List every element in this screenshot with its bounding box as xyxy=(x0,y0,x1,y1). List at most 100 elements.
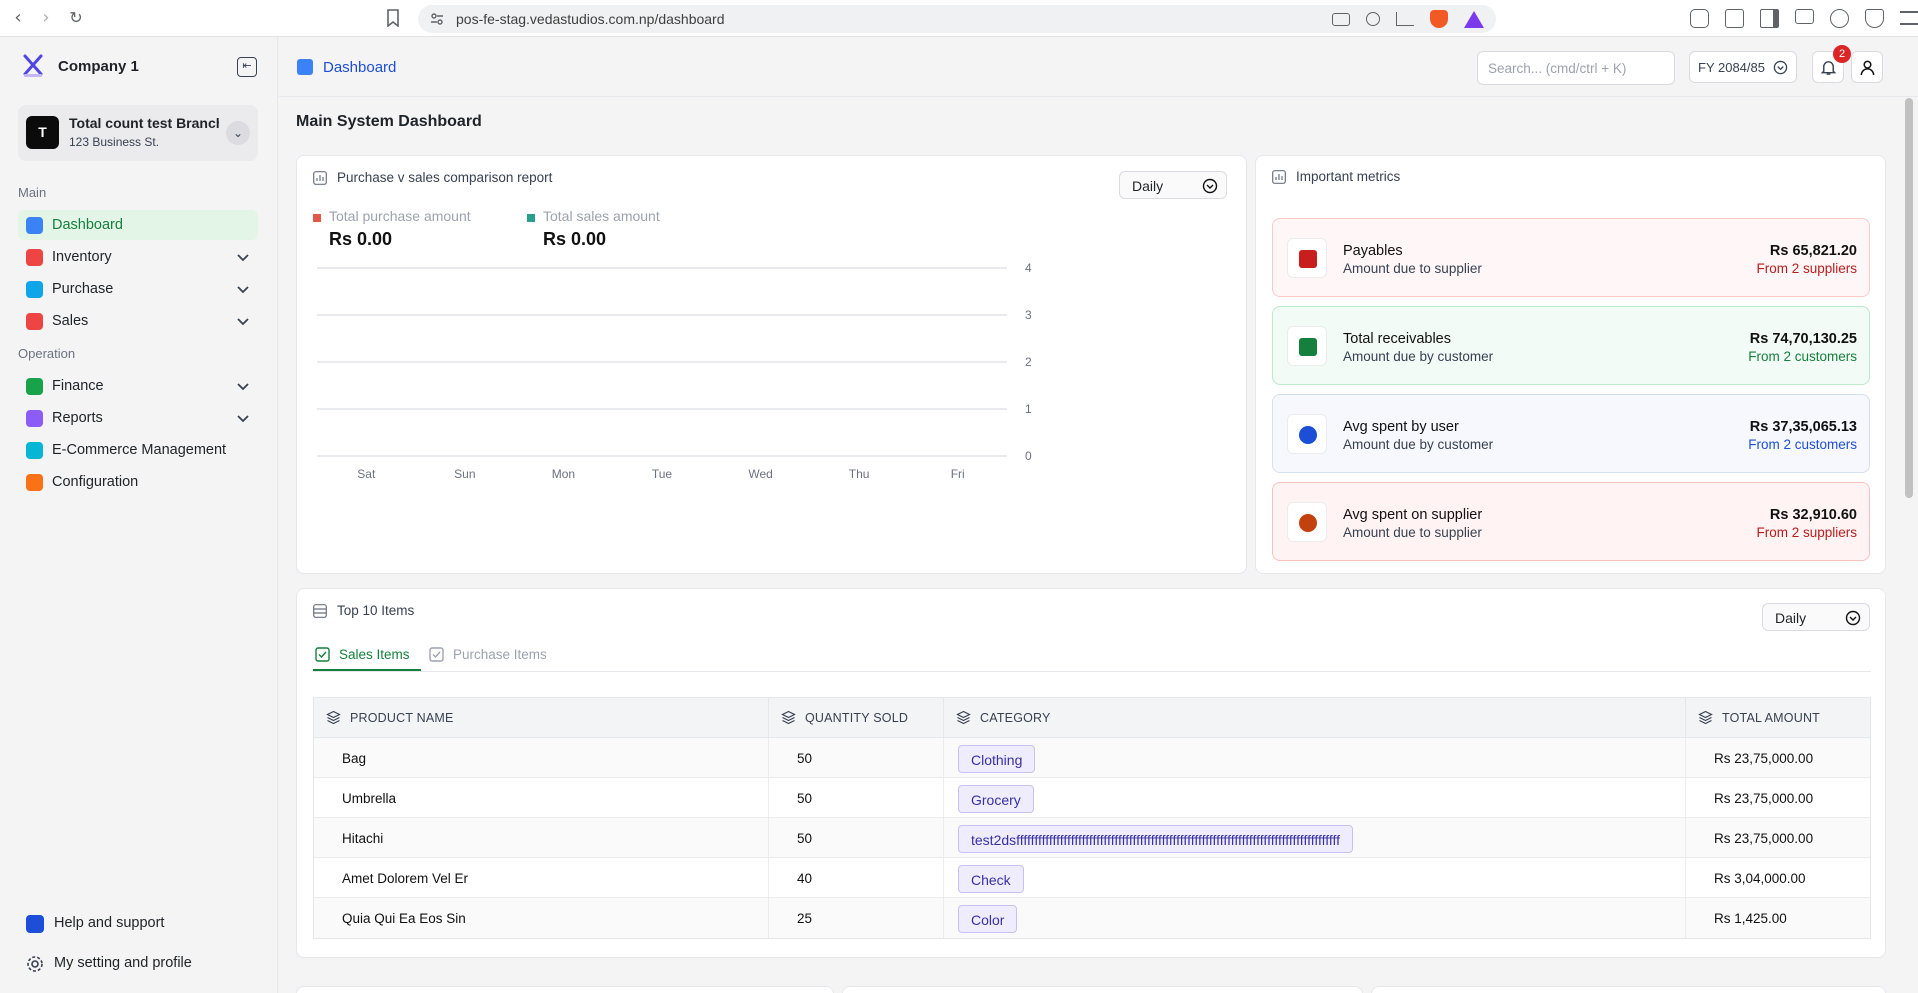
metric-note: From 2 suppliers xyxy=(1756,261,1857,276)
address-bar[interactable]: pos-fe-stag.vedastudios.com.np/dashboard xyxy=(418,5,1496,33)
url-text: pos-fe-stag.vedastudios.com.np/dashboard xyxy=(456,11,725,27)
metric-title: Payables xyxy=(1343,243,1403,259)
sidebar-item-ecommerce[interactable]: E-Commerce Management xyxy=(18,435,258,465)
column-header-quantity[interactable]: QUANTITY SOLD xyxy=(769,698,944,738)
back-icon[interactable]: ‹ xyxy=(8,8,28,28)
reload-icon[interactable]: ↻ xyxy=(66,8,86,28)
sidebar-item-label: Reports xyxy=(52,410,103,426)
quantity-sold: 40 xyxy=(797,871,813,886)
table-row[interactable]: Bag 50 Clothing Rs 23,75,000.00 xyxy=(314,738,1870,778)
table-row[interactable]: Amet Dolorem Vel Er 40 Check Rs 3,04,000… xyxy=(314,858,1870,898)
company-logo-icon xyxy=(23,54,43,77)
leo-ai-icon[interactable] xyxy=(1830,9,1849,28)
table-row[interactable]: Umbrella 50 Grocery Rs 23,75,000.00 xyxy=(314,778,1870,818)
dashboard-icon xyxy=(26,217,43,234)
chevron-down-icon[interactable] xyxy=(236,411,250,425)
search-input[interactable] xyxy=(1477,51,1675,85)
sidebar-item-inventory[interactable]: Inventory xyxy=(18,242,258,272)
chevron-down-icon[interactable]: ⌄ xyxy=(226,121,250,145)
legend-value: Rs 0.00 xyxy=(329,229,393,249)
site-info-icon[interactable] xyxy=(430,12,444,26)
tab-sales-items[interactable]: Sales Items xyxy=(313,641,421,671)
legend-swatch xyxy=(313,214,321,222)
lower-card xyxy=(296,986,834,993)
metric-subtitle: Amount due by customer xyxy=(1343,349,1494,364)
category-badge: Check xyxy=(958,865,1024,893)
table-row[interactable]: Hitachi 50 test2dsffffffffffffffffffffff… xyxy=(314,818,1870,858)
card-title: Top 10 Items xyxy=(337,603,415,618)
column-header-category[interactable]: CATEGORY xyxy=(944,698,1686,738)
metric-icon-box xyxy=(1287,502,1327,542)
vpn-shield-icon[interactable] xyxy=(1865,9,1884,28)
x-tick-label: Fri xyxy=(951,467,965,481)
table-icon xyxy=(313,604,327,618)
quantity-sold: 50 xyxy=(797,831,813,846)
sidebar-item-label: Dashboard xyxy=(52,217,123,233)
menu-icon[interactable] xyxy=(1900,11,1918,25)
sidebar-panel-icon[interactable] xyxy=(1760,9,1779,28)
wallet-icon[interactable] xyxy=(1725,9,1744,28)
sidebar-item-label: Finance xyxy=(52,378,104,394)
sidebar-item-dashboard[interactable]: Dashboard xyxy=(18,210,258,240)
tab-purchase-items[interactable]: Purchase Items xyxy=(427,641,557,671)
share-icon[interactable] xyxy=(1396,12,1414,26)
notifications-button[interactable]: 2 xyxy=(1812,45,1851,83)
chevron-down-circle-icon xyxy=(1845,610,1861,626)
branch-switcher[interactable]: T Total count test Branch 123 Business S… xyxy=(18,105,258,161)
table-row[interactable]: Quia Qui Ea Eos Sin 25 Color Rs 1,425.00 xyxy=(314,898,1870,938)
branch-address: 123 Business St. xyxy=(69,135,160,149)
bar-chart-icon xyxy=(1272,170,1286,184)
brave-shield-icon[interactable] xyxy=(1430,10,1448,28)
metric-card-receivables[interactable]: Total receivables Amount due by customer… xyxy=(1272,306,1870,385)
column-header-amount[interactable]: TOTAL AMOUNT xyxy=(1686,698,1872,738)
extensions-icon[interactable] xyxy=(1690,9,1709,28)
forward-icon[interactable]: › xyxy=(36,8,56,28)
branch-avatar: T xyxy=(26,116,59,149)
sidebar-item-label: Purchase xyxy=(52,281,114,297)
sidebar-item-purchase[interactable]: Purchase xyxy=(18,274,258,304)
chevron-down-circle-icon xyxy=(1202,178,1218,194)
key-icon[interactable] xyxy=(1366,12,1380,26)
sales-icon xyxy=(26,313,43,330)
fiscal-year-select[interactable]: FY 2084/85 xyxy=(1689,51,1797,83)
metric-card-payables[interactable]: Payables Amount due to supplier Rs 65,82… xyxy=(1272,218,1870,297)
cart-icon xyxy=(26,281,43,298)
comparison-chart: 0 1 2 3 4 Sat Sun Mon Tue Wed Thu Fri xyxy=(317,261,1032,481)
scrollbar-thumb[interactable] xyxy=(1905,98,1913,498)
y-tick-label: 2 xyxy=(1025,355,1032,369)
chevron-down-icon[interactable] xyxy=(236,379,250,393)
sidebar-item-reports[interactable]: Reports xyxy=(18,403,258,433)
brave-rewards-icon[interactable] xyxy=(1464,10,1484,28)
period-select[interactable]: Daily xyxy=(1762,603,1870,631)
wallet-card-icon[interactable] xyxy=(1795,9,1814,24)
metric-card-avg-spent-user[interactable]: Avg spent by user Amount due by customer… xyxy=(1272,394,1870,473)
company-header: Company 1 ⇤ xyxy=(22,52,257,82)
card-title: Purchase v sales comparison report xyxy=(337,170,553,185)
user-menu-button[interactable] xyxy=(1851,51,1883,83)
payables-icon xyxy=(1299,250,1317,268)
sidebar-item-sales[interactable]: Sales xyxy=(18,306,258,336)
period-label: Daily xyxy=(1775,610,1807,626)
collapse-sidebar-button[interactable]: ⇤ xyxy=(237,57,257,77)
sidebar-item-finance[interactable]: Finance xyxy=(18,371,258,401)
bookmark-icon[interactable] xyxy=(385,9,401,27)
product-name: Umbrella xyxy=(342,791,397,806)
sidebar-item-configuration[interactable]: Configuration xyxy=(18,467,258,497)
finance-icon xyxy=(26,378,43,395)
period-select[interactable]: Daily xyxy=(1119,171,1227,199)
total-amount: Rs 23,75,000.00 xyxy=(1714,831,1814,846)
supplier-spend-icon xyxy=(1299,514,1317,532)
chevron-down-icon[interactable] xyxy=(236,314,250,328)
gear-icon xyxy=(27,956,43,972)
column-header-product[interactable]: PRODUCT NAME xyxy=(314,698,769,738)
chevron-down-icon[interactable] xyxy=(236,282,250,296)
metric-card-avg-spent-supplier[interactable]: Avg spent on supplier Amount due to supp… xyxy=(1272,482,1870,561)
install-app-icon[interactable] xyxy=(1332,12,1350,26)
page-title: Main System Dashboard xyxy=(296,113,482,130)
chevron-down-icon[interactable] xyxy=(236,250,250,264)
metric-value: Rs 74,70,130.25 xyxy=(1749,331,1857,347)
x-tick-label: Thu xyxy=(849,467,870,481)
metric-title: Avg spent by user xyxy=(1343,419,1459,435)
metric-note: From 2 customers xyxy=(1748,349,1857,364)
total-amount: Rs 23,75,000.00 xyxy=(1714,751,1814,766)
